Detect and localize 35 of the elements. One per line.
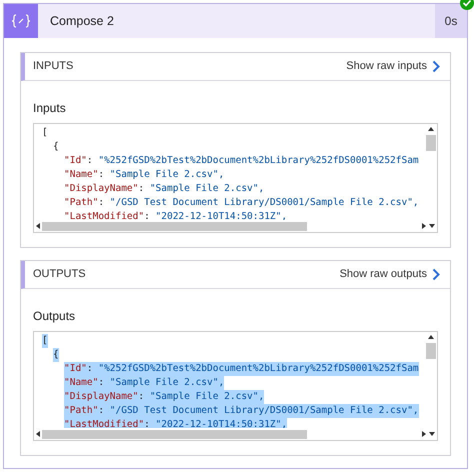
chevron-right-icon <box>432 268 440 281</box>
chevron-right-icon <box>432 60 440 73</box>
code-box[interactable] <box>33 331 438 441</box>
scroll-right-icon <box>422 223 426 229</box>
code-line: [ <box>42 126 48 140</box>
code-line: { <box>53 140 59 154</box>
code-box[interactable] <box>33 123 438 233</box>
horizontal-scrollbar[interactable] <box>34 220 437 232</box>
section-heading: OUTPUTS <box>33 267 86 282</box>
section-heading: INPUTS <box>33 59 74 74</box>
action-header[interactable]: Compose 2 0s <box>4 4 467 38</box>
scroll-right-icon <box>422 431 426 437</box>
code-line: "Id": "%252fGSD%2bTest%2bDocument%2bLibrary%252fDS0001%252fSam <box>64 154 419 168</box>
scroll-left-icon <box>36 223 40 229</box>
duration: 0s <box>435 4 467 38</box>
scrollbar-thumb[interactable] <box>426 135 436 151</box>
scrollbar-thumb[interactable] <box>42 430 307 438</box>
braces-icon <box>11 14 31 28</box>
code-line: "LastModified": "2022-12-10T14:50:31Z", <box>64 210 288 224</box>
scrollbar-thumb[interactable] <box>42 222 307 230</box>
scroll-up-icon <box>428 127 434 131</box>
horizontal-scrollbar[interactable] <box>34 428 437 440</box>
show-raw-link[interactable]: Show raw inputs <box>346 58 440 75</box>
code-line: "DisplayName": "Sample File 2.csv", <box>64 182 264 196</box>
show-raw-link[interactable]: Show raw outputs <box>340 266 440 283</box>
scroll-down-icon <box>429 224 435 228</box>
field-label: Outputs <box>33 308 76 325</box>
field-label: Inputs <box>33 100 66 117</box>
scroll-up-icon <box>428 335 434 339</box>
scrollbar-thumb[interactable] <box>426 343 436 359</box>
code-line: "Name": "Sample File 2.csv", <box>64 168 224 182</box>
scroll-down-icon <box>429 432 435 436</box>
scroll-left-icon <box>36 431 40 437</box>
code-line: "Path": "/GSD Test Document Library/DS0001/Sample File 2.csv", <box>64 196 419 210</box>
action-title: Compose 2 <box>50 12 115 30</box>
